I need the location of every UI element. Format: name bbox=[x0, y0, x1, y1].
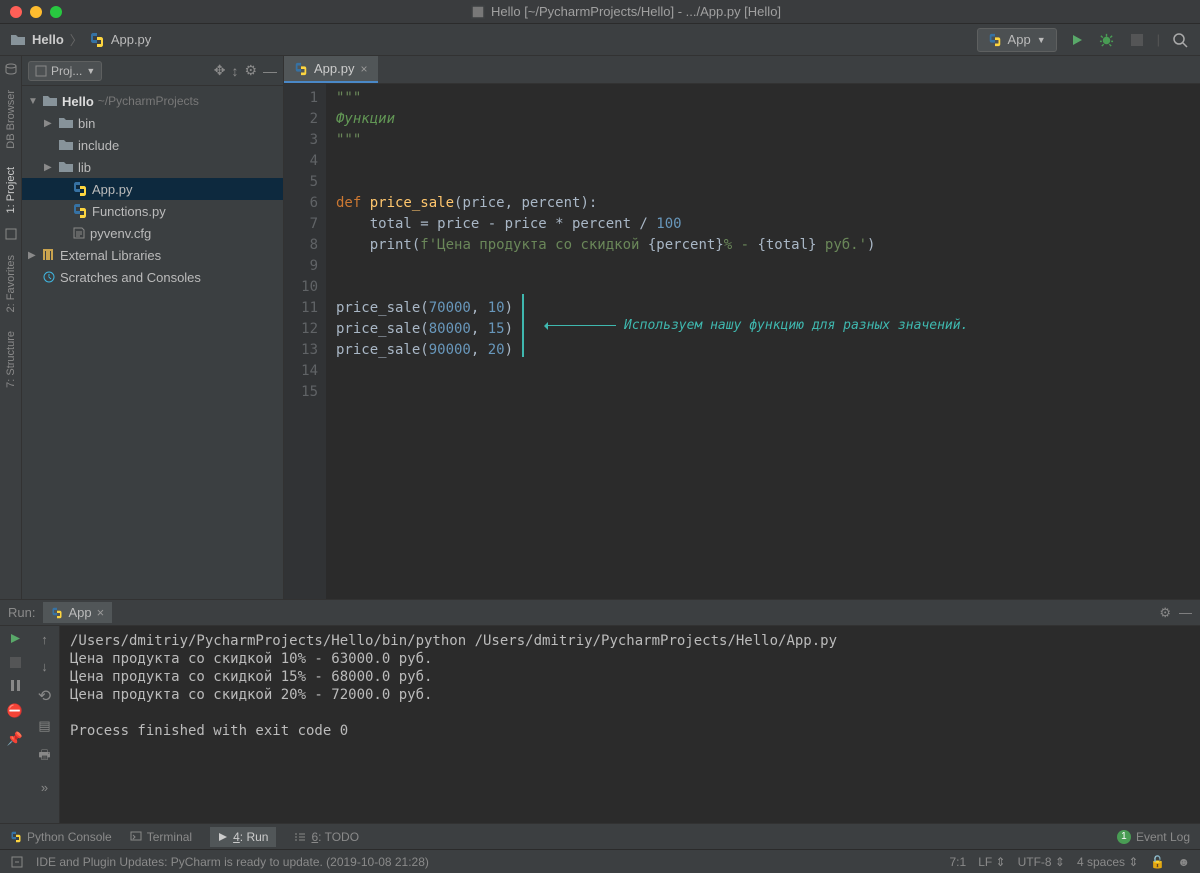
exit-icon[interactable]: ⛔ bbox=[7, 703, 23, 719]
tree-file-functions[interactable]: Functions.py bbox=[22, 200, 283, 222]
project-tree: ▼ Hello ~/PycharmProjects ▶ bin ▶ includ… bbox=[22, 86, 283, 599]
python-file-icon bbox=[89, 32, 105, 48]
scroll-icon[interactable]: ▤ bbox=[38, 718, 50, 734]
soft-wrap-icon[interactable]: ⟲ bbox=[38, 686, 51, 706]
close-window-icon[interactable] bbox=[10, 6, 22, 18]
status-position[interactable]: 7:1 bbox=[950, 855, 967, 869]
down-arrow-icon[interactable]: ↓ bbox=[41, 659, 48, 674]
code-annotation: Используем нашу функцию для разных значе… bbox=[546, 315, 968, 336]
side-tab-db-browser[interactable]: DB Browser bbox=[3, 86, 19, 153]
tree-file-pyvenv[interactable]: pyvenv.cfg bbox=[22, 222, 283, 244]
close-run-tab-icon[interactable]: × bbox=[97, 605, 105, 620]
run-output[interactable]: /Users/dmitriy/PycharmProjects/Hello/bin… bbox=[60, 626, 1200, 823]
maximize-window-icon[interactable] bbox=[50, 6, 62, 18]
status-notification-icon[interactable] bbox=[10, 855, 24, 869]
project-strip-icon bbox=[4, 227, 18, 241]
search-everywhere-button[interactable] bbox=[1170, 30, 1190, 50]
status-indent[interactable]: 4 spaces ⇕ bbox=[1077, 855, 1138, 869]
app-icon bbox=[471, 5, 485, 19]
run-panel-header: Run: App × ⚙ — bbox=[0, 600, 1200, 626]
inspector-icon[interactable]: ☻ bbox=[1177, 855, 1190, 869]
event-badge: 1 bbox=[1117, 830, 1131, 844]
editor-tab-app[interactable]: App.py × bbox=[284, 56, 378, 83]
bottom-tab-run[interactable]: 4: Run bbox=[210, 827, 276, 847]
left-tool-strip: DB Browser 1: Project 2: Favorites 7: St… bbox=[0, 56, 22, 599]
run-label: Run: bbox=[8, 605, 35, 620]
bottom-tab-event-log[interactable]: 1 Event Log bbox=[1117, 830, 1190, 844]
chevron-down-icon: ▼ bbox=[1037, 35, 1046, 45]
run-tab-app[interactable]: App × bbox=[43, 602, 112, 623]
tree-scratches[interactable]: ▶ Scratches and Consoles bbox=[22, 266, 283, 288]
project-panel-header: Proj... ▼ ✥ ↕ ⚙ — bbox=[22, 56, 283, 86]
navigation-bar: Hello 〉 App.py App ▼ | bbox=[0, 24, 1200, 56]
stop-button[interactable] bbox=[1127, 30, 1147, 50]
tree-folder-lib[interactable]: ▶ lib bbox=[22, 156, 283, 178]
code-content[interactable]: """ Функции """ def price_sale(price, pe… bbox=[326, 84, 1200, 599]
pin-icon[interactable]: 📌 bbox=[7, 731, 23, 747]
close-tab-icon[interactable]: × bbox=[360, 62, 367, 76]
window-title: Hello [~/PycharmProjects/Hello] - .../Ap… bbox=[62, 4, 1190, 19]
gear-icon[interactable]: ⚙ bbox=[244, 62, 257, 79]
status-bar: IDE and Plugin Updates: PyCharm is ready… bbox=[0, 849, 1200, 873]
run-gear-icon[interactable]: ⚙ bbox=[1159, 605, 1171, 621]
rerun-icon[interactable] bbox=[9, 632, 22, 645]
annotation-bracket bbox=[522, 294, 524, 357]
run-button[interactable] bbox=[1067, 30, 1087, 50]
side-tab-project[interactable]: 1: Project bbox=[3, 163, 19, 217]
line-gutter: 123456789101112131415 bbox=[284, 84, 326, 599]
tree-external-libraries[interactable]: ▶ External Libraries bbox=[22, 244, 283, 266]
run-panel: Run: App × ⚙ — ⛔ 📌 ↑ ↓ ⟲ ▤ 🖶 » /Users/dm… bbox=[0, 599, 1200, 823]
folder-icon bbox=[10, 33, 26, 47]
side-tab-structure[interactable]: 7: Structure bbox=[3, 327, 19, 392]
project-panel: Proj... ▼ ✥ ↕ ⚙ — ▼ Hello ~/PycharmProje… bbox=[22, 56, 284, 599]
collapse-all-icon[interactable]: ↕ bbox=[231, 63, 238, 79]
project-view-tab[interactable]: Proj... ▼ bbox=[28, 61, 102, 81]
code-editor[interactable]: 123456789101112131415 """ Функции """ de… bbox=[284, 84, 1200, 599]
run-hide-icon[interactable]: — bbox=[1179, 605, 1192, 620]
db-icon[interactable] bbox=[4, 62, 18, 76]
run-configuration-selector[interactable]: App ▼ bbox=[977, 28, 1057, 52]
annotation-arrow-icon bbox=[546, 325, 616, 326]
run-tool-column-1: ⛔ 📌 bbox=[0, 626, 30, 823]
pause-icon[interactable] bbox=[10, 680, 21, 691]
window-controls bbox=[10, 6, 62, 18]
tree-folder-include[interactable]: ▶ include bbox=[22, 134, 283, 156]
side-tab-favorites[interactable]: 2: Favorites bbox=[3, 251, 19, 316]
status-message: IDE and Plugin Updates: PyCharm is ready… bbox=[36, 855, 429, 869]
breadcrumb-file[interactable]: App.py bbox=[111, 32, 151, 47]
minimize-window-icon[interactable] bbox=[30, 6, 42, 18]
status-encoding[interactable]: UTF-8 ⇕ bbox=[1018, 855, 1065, 869]
locate-icon[interactable]: ✥ bbox=[214, 62, 226, 79]
tree-folder-bin[interactable]: ▶ bin bbox=[22, 112, 283, 134]
bottom-tab-todo[interactable]: 6: TODO bbox=[294, 830, 359, 844]
debug-button[interactable] bbox=[1097, 30, 1117, 50]
up-arrow-icon[interactable]: ↑ bbox=[41, 632, 48, 647]
breadcrumb-project[interactable]: Hello bbox=[32, 32, 64, 47]
bottom-tab-python-console[interactable]: Python Console bbox=[10, 830, 112, 844]
title-bar: Hello [~/PycharmProjects/Hello] - .../Ap… bbox=[0, 0, 1200, 24]
print-icon[interactable]: 🖶 bbox=[38, 746, 50, 768]
bottom-tool-tabs: Python Console Terminal 4: Run 6: TODO 1… bbox=[0, 823, 1200, 849]
tree-file-app[interactable]: App.py bbox=[22, 178, 283, 200]
lock-icon[interactable]: 🔓 bbox=[1150, 855, 1165, 869]
run-tool-column-2: ↑ ↓ ⟲ ▤ 🖶 » bbox=[30, 626, 60, 823]
bottom-tab-terminal[interactable]: Terminal bbox=[130, 830, 192, 844]
more-icon[interactable]: » bbox=[41, 780, 48, 795]
status-line-sep[interactable]: LF ⇕ bbox=[978, 855, 1005, 869]
editor-area: App.py × 123456789101112131415 """ Функц… bbox=[284, 56, 1200, 599]
breadcrumb-separator: 〉 bbox=[70, 30, 83, 49]
editor-tabs: App.py × bbox=[284, 56, 1200, 84]
stop-run-icon[interactable] bbox=[10, 657, 21, 668]
hide-panel-icon[interactable]: — bbox=[263, 63, 277, 79]
tree-root[interactable]: ▼ Hello ~/PycharmProjects bbox=[22, 90, 283, 112]
